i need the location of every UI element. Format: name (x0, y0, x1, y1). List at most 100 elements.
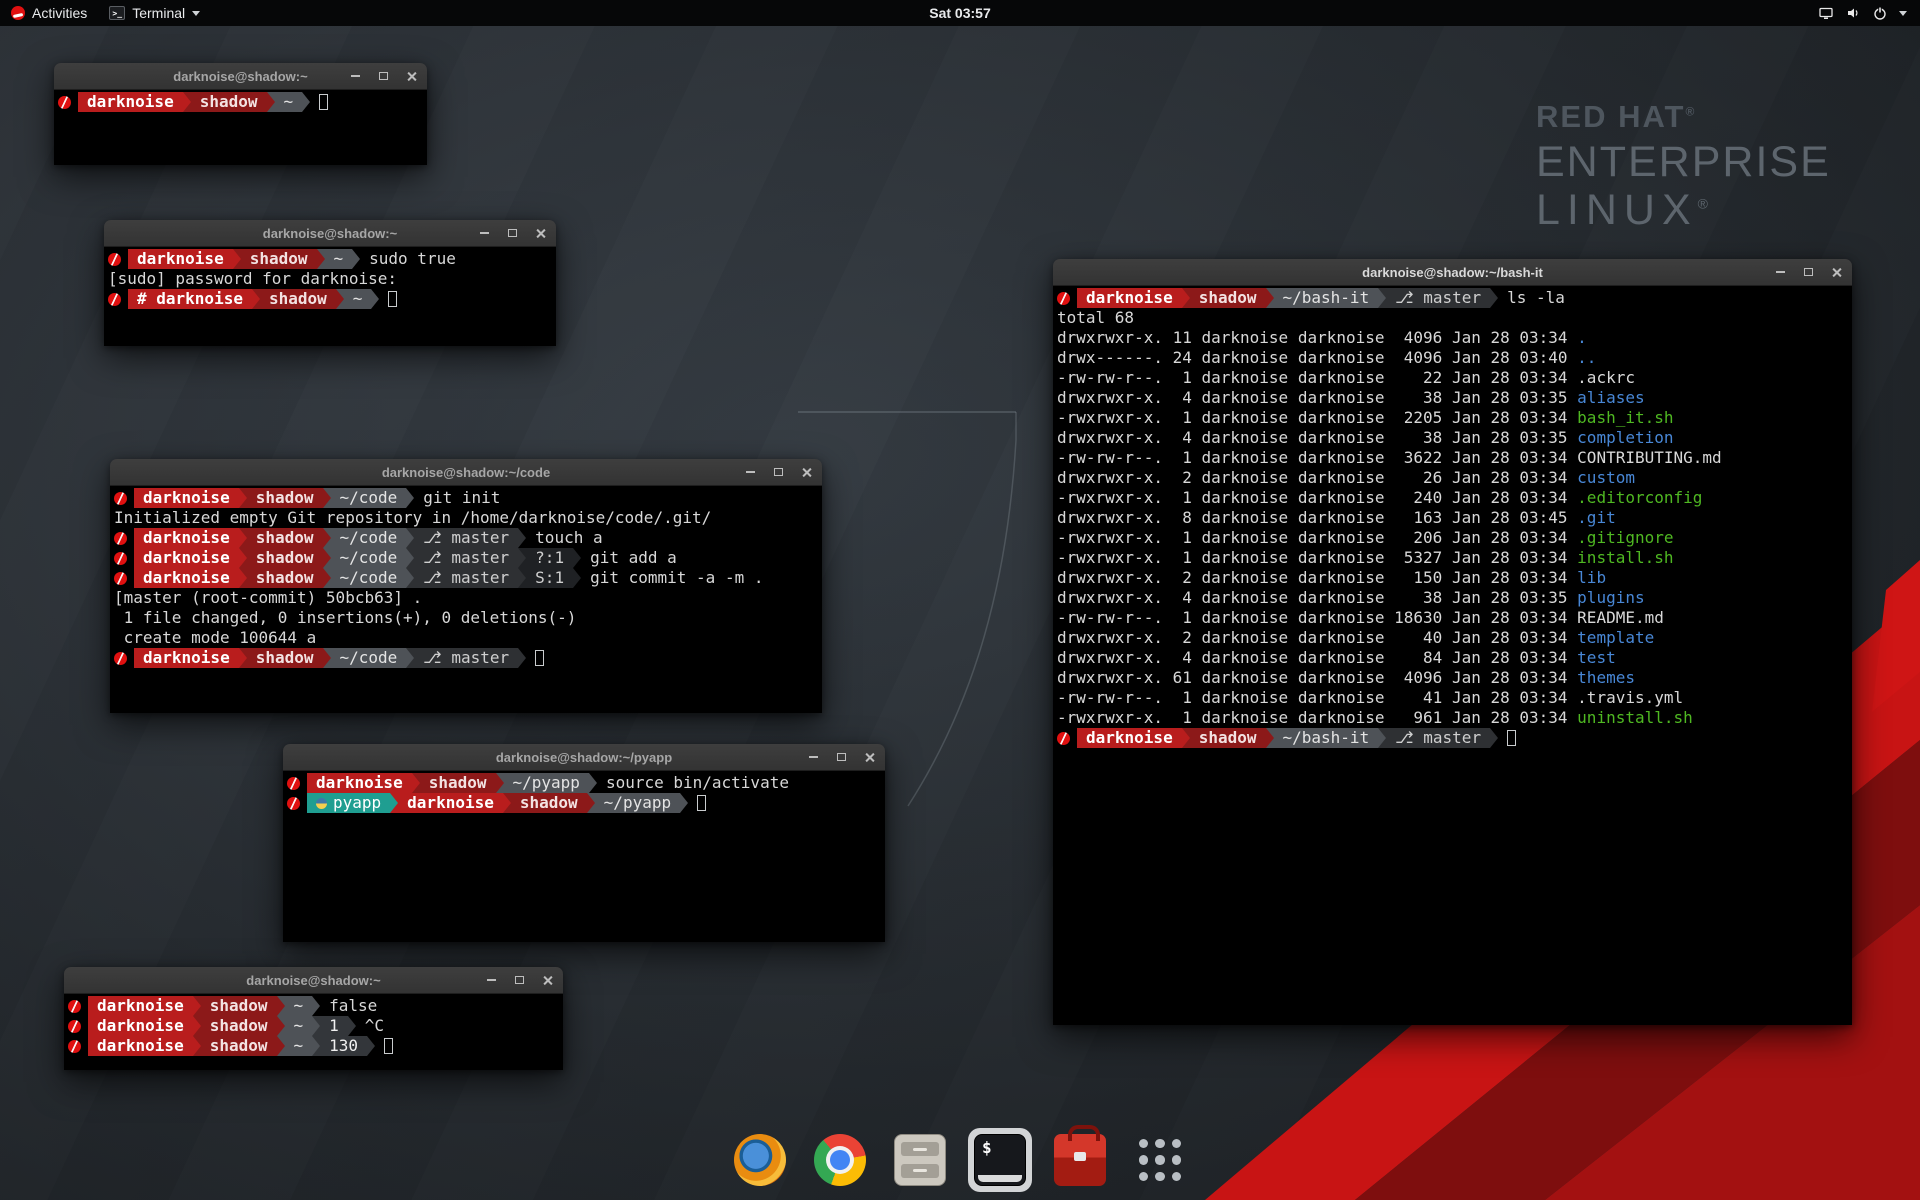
close-button[interactable] (541, 974, 554, 987)
window-title: darknoise@shadow:~ (173, 69, 307, 84)
redhat-prompt-icon (1057, 292, 1070, 305)
prompt-segment-host: shadow (201, 1016, 277, 1036)
prompt-segment-host: shadow (260, 289, 336, 309)
powerline-separator-icon (518, 568, 526, 588)
minimize-button[interactable] (485, 974, 498, 987)
maximize-button[interactable] (1802, 266, 1815, 279)
maximize-button[interactable] (506, 227, 519, 240)
dock-chrome-button[interactable] (808, 1128, 872, 1192)
minimize-button[interactable] (478, 227, 491, 240)
powerline-separator-icon (367, 1036, 375, 1056)
terminal-prompt-line: darknoiseshadow~false (68, 996, 559, 1016)
file-name: aliases (1577, 388, 1644, 408)
prompt-segment-git: ⎇ master (414, 528, 518, 548)
window-titlebar[interactable]: darknoise@shadow:~/pyapp (283, 744, 885, 771)
system-tray[interactable] (1805, 0, 1920, 26)
terminal-cursor (319, 94, 328, 110)
file-name: .. (1577, 348, 1596, 368)
window-titlebar[interactable]: darknoise@shadow:~ (104, 220, 556, 247)
powerline-separator-icon (239, 528, 247, 548)
terminal-content[interactable]: darknoiseshadow~/codegit initInitialized… (110, 486, 822, 713)
terminal-content[interactable]: darknoiseshadow~/bash-it⎇ masterls -lato… (1053, 286, 1852, 1025)
maximize-icon (1804, 268, 1813, 276)
minimize-button[interactable] (744, 466, 757, 479)
window-controls (1774, 259, 1843, 285)
window-titlebar[interactable]: darknoise@shadow:~ (64, 967, 563, 994)
redhat-prompt-icon (68, 1020, 81, 1033)
redhat-prompt-icon (58, 96, 71, 109)
command-text: ^C (365, 1016, 384, 1036)
terminal-cursor (388, 291, 397, 307)
output-text: drwx------. 24 darknoise darknoise 4096 … (1057, 348, 1577, 368)
terminal-window: darknoise@shadow:~/pyapp darknoiseshadow… (283, 744, 885, 942)
dock-terminal-button[interactable]: $ (968, 1128, 1032, 1192)
powerline-separator-icon (503, 793, 511, 813)
activities-button[interactable]: Activities (0, 0, 98, 26)
volume-icon (1845, 5, 1861, 21)
powerline-separator-icon (352, 249, 360, 269)
terminal-cursor (384, 1038, 393, 1054)
minimize-button[interactable] (349, 70, 362, 83)
maximize-button[interactable] (513, 974, 526, 987)
terminal-output-line: drwxrwxr-x. 11 darknoise darknoise 4096 … (1057, 328, 1848, 348)
terminal-cursor (1507, 730, 1516, 746)
terminal-output-line: Initialized empty Git repository in /hom… (114, 508, 818, 528)
prompt-segment-user: darknoise (88, 1016, 193, 1036)
window-titlebar[interactable]: darknoise@shadow:~ (54, 63, 427, 90)
maximize-button[interactable] (772, 466, 785, 479)
powerline-separator-icon (1490, 288, 1498, 308)
terminal-content[interactable]: darknoiseshadow~ (54, 90, 427, 165)
file-name: uninstall.sh (1577, 708, 1693, 728)
terminal-content[interactable]: darknoiseshadow~/pyappsource bin/activat… (283, 771, 885, 942)
close-button[interactable] (405, 70, 418, 83)
powerline-separator-icon (336, 289, 344, 309)
python-icon (316, 798, 327, 809)
app-menu-terminal[interactable]: >_ Terminal (98, 0, 211, 26)
file-name: .gitignore (1577, 528, 1673, 548)
terminal-prompt-line: darknoiseshadow~/code⎇ master?:1git add … (114, 548, 818, 568)
dock-files-button[interactable] (888, 1128, 952, 1192)
terminal-prompt-line: darknoiseshadow~1^C (68, 1016, 559, 1036)
dock-firefox-button[interactable] (728, 1128, 792, 1192)
terminal-output-line: drwxrwxr-x. 2 darknoise darknoise 150 Ja… (1057, 568, 1848, 588)
terminal-content[interactable]: darknoiseshadow~falsedarknoiseshadow~1^C… (64, 994, 563, 1070)
powerline-separator-icon (323, 548, 331, 568)
redhat-prompt-icon (287, 797, 300, 810)
maximize-button[interactable] (835, 751, 848, 764)
close-button[interactable] (863, 751, 876, 764)
dock-toolbox-button[interactable] (1048, 1128, 1112, 1192)
close-button[interactable] (534, 227, 547, 240)
prompt-segment-git: ⎇ master (1386, 288, 1490, 308)
powerline-separator-icon (518, 528, 526, 548)
terminal-content[interactable]: darknoiseshadow~sudo true[sudo] password… (104, 247, 556, 346)
terminal-output-line: drwx------. 24 darknoise darknoise 4096 … (1057, 348, 1848, 368)
prompt-segment-path: ~/pyapp (504, 773, 589, 793)
app-grid-icon (1134, 1134, 1186, 1186)
minimize-button[interactable] (1774, 266, 1787, 279)
powerline-separator-icon (1182, 728, 1190, 748)
redhat-prompt-icon (68, 1000, 81, 1013)
close-icon (535, 228, 546, 239)
close-button[interactable] (800, 466, 813, 479)
prompt-segment-exit: 130 (320, 1036, 367, 1056)
powerline-separator-icon (348, 1016, 356, 1036)
window-titlebar[interactable]: darknoise@shadow:~/bash-it (1053, 259, 1852, 286)
prompt-segment-user: darknoise (134, 528, 239, 548)
prompt-segment-user: darknoise (1077, 728, 1182, 748)
maximize-button[interactable] (377, 70, 390, 83)
prompt-segment-path: ~/bash-it (1274, 288, 1379, 308)
redhat-prompt-icon (1057, 732, 1070, 745)
terminal-output-line: -rw-rw-r--. 1 darknoise darknoise 22 Jan… (1057, 368, 1848, 388)
dock-app-grid-button[interactable] (1128, 1128, 1192, 1192)
clock[interactable]: Sat 03:57 (919, 0, 1000, 26)
output-text: [sudo] password for darknoise: (108, 269, 397, 289)
prompt-segment-git: ⎇ master (414, 548, 518, 568)
close-button[interactable] (1830, 266, 1843, 279)
prompt-segment-path: ~ (344, 289, 372, 309)
prompt-segment-gitq: ?:1 (526, 548, 573, 568)
window-titlebar[interactable]: darknoise@shadow:~/code (110, 459, 822, 486)
terminal-window: darknoise@shadow:~ darknoiseshadow~sudo … (104, 220, 556, 346)
maximize-icon (837, 753, 846, 761)
minimize-button[interactable] (807, 751, 820, 764)
output-text: drwxrwxr-x. 2 darknoise darknoise 150 Ja… (1057, 568, 1577, 588)
